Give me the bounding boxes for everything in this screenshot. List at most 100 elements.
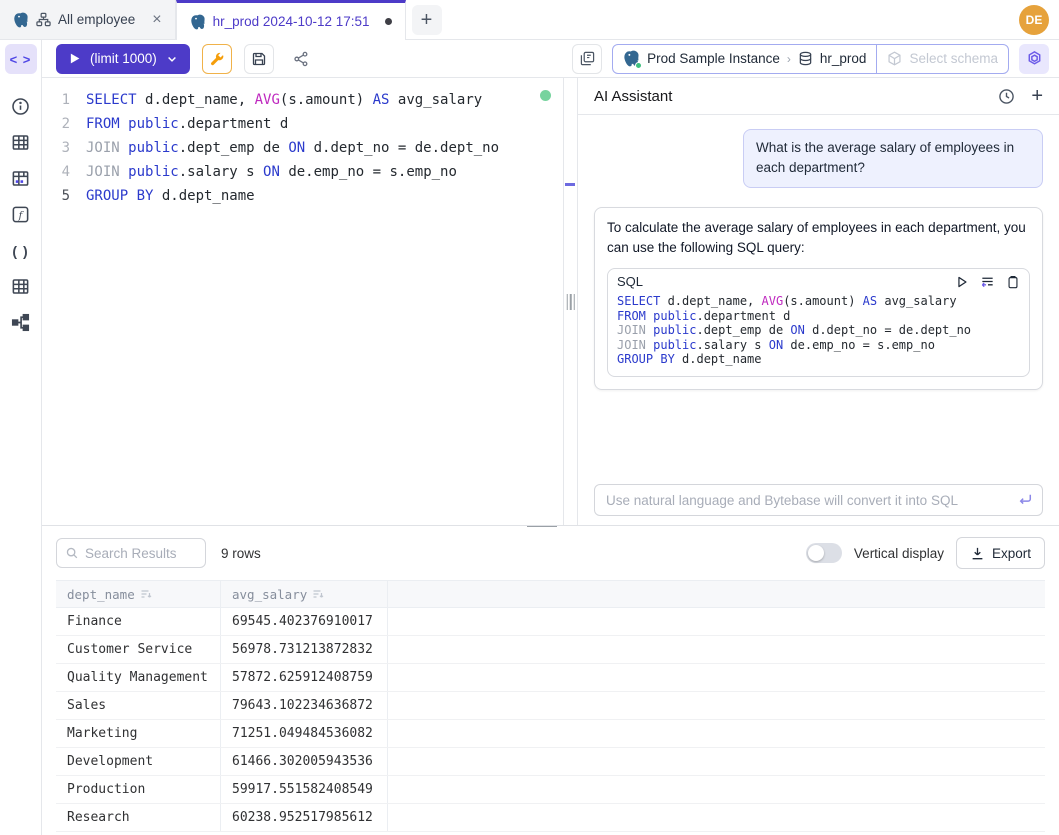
tab-hr-prod[interactable]: hr_prod 2024-10-12 17:51 [176, 0, 406, 40]
results-table: dept_name avg_salary Finance69545.402376… [56, 580, 1045, 832]
instance-status-dot [635, 62, 642, 69]
code-line: 5GROUP BY d.dept_name [42, 184, 563, 208]
parameter-icon[interactable]: ( ) [10, 240, 31, 261]
table-icon[interactable] [10, 276, 31, 297]
cell-filler [388, 748, 1045, 775]
close-icon[interactable]: × [152, 12, 161, 28]
batch-query-button[interactable] [572, 44, 602, 74]
run-button[interactable]: (limit 1000) [56, 44, 190, 74]
run-icon [68, 52, 81, 65]
line-number: 1 [42, 88, 86, 112]
schema-icon [887, 51, 902, 66]
left-sidebar: < > f ( ) [0, 40, 42, 835]
code-toggle-button[interactable]: < > [5, 44, 37, 74]
code-line: 3JOIN public.dept_emp de ON d.dept_no = … [42, 136, 563, 160]
code-line: 1SELECT d.dept_name, AVG(s.amount) AS av… [42, 88, 563, 112]
schema-select[interactable]: Select schema [876, 45, 1008, 73]
row-count: 9 rows [221, 546, 261, 561]
schema-diagram-icon[interactable] [10, 312, 31, 333]
sql-editor[interactable]: 1SELECT d.dept_name, AVG(s.amount) AS av… [42, 78, 563, 525]
column-header-avg-salary[interactable]: avg_salary [221, 581, 388, 607]
editor-status-icon [540, 90, 551, 101]
avatar[interactable]: DE [1019, 5, 1049, 35]
table-icon[interactable] [10, 132, 31, 153]
cell-filler [388, 636, 1045, 663]
function-icon[interactable]: f [10, 204, 31, 225]
tab-all-employee[interactable]: All employee × [0, 0, 176, 39]
export-label: Export [992, 546, 1031, 561]
ai-assistant-toggle-button[interactable] [1019, 44, 1049, 74]
new-tab-button[interactable]: + [412, 5, 442, 35]
table-row[interactable]: Customer Service56978.731213872832 [56, 636, 1045, 664]
tab-strip: All employee × hr_prod 2024-10-12 17:51 … [0, 0, 1059, 40]
panel-resize-handle[interactable] [563, 78, 577, 525]
table-header: dept_name avg_salary [56, 580, 1045, 608]
table-row[interactable]: Research60238.952517985612 [56, 804, 1045, 832]
export-button[interactable]: Export [956, 537, 1045, 569]
connection-selector: Prod Sample Instance › hr_prod Select sc… [612, 44, 1009, 74]
code-line: SELECT d.dept_name, AVG(s.amount) AS avg… [617, 294, 1020, 309]
search-input[interactable] [85, 546, 197, 561]
chevron-down-icon [166, 53, 178, 65]
cell-avg-salary[interactable]: 57872.625912408759 [221, 664, 388, 691]
cell-avg-salary[interactable]: 56978.731213872832 [221, 636, 388, 663]
table-row[interactable]: Finance69545.402376910017 [56, 608, 1045, 636]
cell-avg-salary[interactable]: 69545.402376910017 [221, 608, 388, 635]
table-row[interactable]: Quality Management57872.625912408759 [56, 664, 1045, 692]
instance-database-select[interactable]: Prod Sample Instance › hr_prod [613, 45, 876, 73]
tab-label: hr_prod 2024-10-12 17:51 [213, 14, 370, 29]
cell-dept-name[interactable]: Customer Service [56, 636, 221, 663]
tab-label: All employee [58, 12, 135, 27]
project-icon [36, 12, 51, 27]
new-chat-button[interactable]: + [1031, 86, 1043, 106]
line-number: 4 [42, 160, 86, 184]
ai-prompt-input[interactable] [594, 484, 1043, 516]
cell-dept-name[interactable]: Marketing [56, 720, 221, 747]
cell-dept-name[interactable]: Finance [56, 608, 221, 635]
cell-dept-name[interactable]: Research [56, 804, 221, 831]
table-row[interactable]: Production59917.551582408549 [56, 776, 1045, 804]
cell-dept-name[interactable]: Quality Management [56, 664, 221, 691]
table-row[interactable]: Marketing71251.049484536082 [56, 720, 1045, 748]
insert-sql-icon[interactable] [980, 274, 995, 289]
info-icon[interactable] [10, 96, 31, 117]
cell-avg-salary[interactable]: 60238.952517985612 [221, 804, 388, 831]
ai-chat-area: What is the average salary of employees … [578, 115, 1059, 390]
line-number: 5 [42, 184, 86, 208]
table-row[interactable]: Development61466.302005943536 [56, 748, 1045, 776]
save-button[interactable] [244, 44, 274, 74]
cell-dept-name[interactable]: Sales [56, 692, 221, 719]
copy-icon[interactable] [1006, 275, 1020, 289]
unsaved-dot-icon [385, 18, 392, 25]
cell-dept-name[interactable]: Production [56, 776, 221, 803]
search-results-box[interactable] [56, 538, 206, 568]
data-icon[interactable] [10, 168, 31, 189]
sort-icon[interactable] [140, 588, 152, 600]
column-label: avg_salary [232, 587, 307, 602]
ai-panel-title: AI Assistant [594, 88, 672, 105]
cell-avg-salary[interactable]: 59917.551582408549 [221, 776, 388, 803]
postgres-icon [190, 14, 206, 30]
cell-avg-salary[interactable]: 79643.102234636872 [221, 692, 388, 719]
sort-icon[interactable] [312, 588, 324, 600]
share-button[interactable] [286, 44, 316, 74]
column-label: dept_name [67, 587, 135, 602]
table-row[interactable]: Sales79643.102234636872 [56, 692, 1045, 720]
cell-filler [388, 664, 1045, 691]
cell-avg-salary[interactable]: 71251.049484536082 [221, 720, 388, 747]
vertical-display-toggle[interactable] [806, 543, 842, 563]
sql-code-block: SQL SELECT d.dept_name, AVG(s.amount) AS… [607, 268, 1030, 377]
export-icon [970, 546, 985, 561]
assistant-message: To calculate the average salary of emplo… [594, 207, 1043, 390]
format-button[interactable] [202, 44, 232, 74]
horizontal-grip-icon[interactable] [522, 525, 562, 528]
sql-code-label: SQL [617, 274, 643, 289]
cell-filler [388, 776, 1045, 803]
history-icon[interactable] [998, 88, 1015, 105]
code-line: JOIN public.dept_emp de ON d.dept_no = d… [617, 323, 1020, 338]
column-header-dept-name[interactable]: dept_name [56, 581, 221, 607]
run-sql-icon[interactable] [955, 275, 969, 289]
ai-panel-header: AI Assistant + [578, 78, 1059, 115]
cell-avg-salary[interactable]: 61466.302005943536 [221, 748, 388, 775]
cell-dept-name[interactable]: Development [56, 748, 221, 775]
